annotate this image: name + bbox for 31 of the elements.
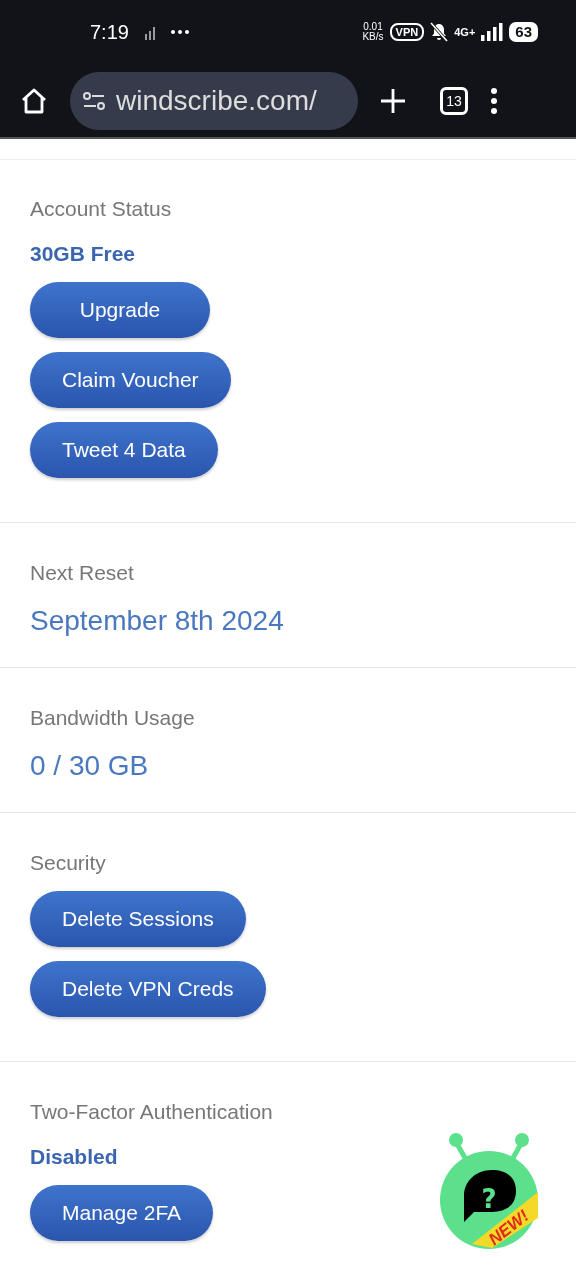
action-button[interactable]: Tweet 4 Data: [30, 422, 218, 478]
network-type: 4G+: [454, 26, 476, 38]
action-button[interactable]: Claim Voucher: [30, 352, 231, 408]
home-icon[interactable]: [20, 86, 48, 115]
vpn-badge: VPN: [389, 23, 425, 41]
plus-icon[interactable]: [380, 87, 406, 114]
tab-count-button[interactable]: 13: [440, 86, 468, 115]
address-bar[interactable]: windscribe.com/: [70, 71, 358, 130]
section-label: Bandwidth Usage: [30, 705, 195, 731]
more-icon: [170, 30, 189, 34]
action-button[interactable]: Delete VPN Creds: [30, 961, 266, 1017]
signal-icon: [142, 24, 157, 40]
section-value: 0 / 30 GB: [30, 749, 149, 783]
speed-value: 0.01: [363, 22, 383, 32]
bell-muted-icon: [430, 22, 449, 42]
section-label: Two-Factor Authentication: [30, 1099, 273, 1125]
section-label: Next Reset: [30, 560, 134, 586]
speed-unit: KB/s: [362, 32, 384, 42]
signal-icon: [481, 23, 504, 41]
action-button[interactable]: Delete Sessions: [30, 891, 246, 947]
action-button[interactable]: Manage 2FA: [30, 1185, 214, 1241]
section-value: September 8th 2024: [30, 604, 284, 638]
menu-icon[interactable]: [490, 87, 498, 114]
section-label: Account Status: [30, 196, 172, 222]
battery-level: 63: [509, 22, 538, 42]
clock-time: 7:19: [90, 20, 129, 44]
section-value: Disabled: [30, 1144, 118, 1170]
site-settings-icon[interactable]: [82, 90, 106, 111]
section-value: 30GB Free: [30, 241, 136, 267]
action-button[interactable]: Upgrade: [30, 282, 210, 338]
section-label: Security: [30, 850, 106, 876]
